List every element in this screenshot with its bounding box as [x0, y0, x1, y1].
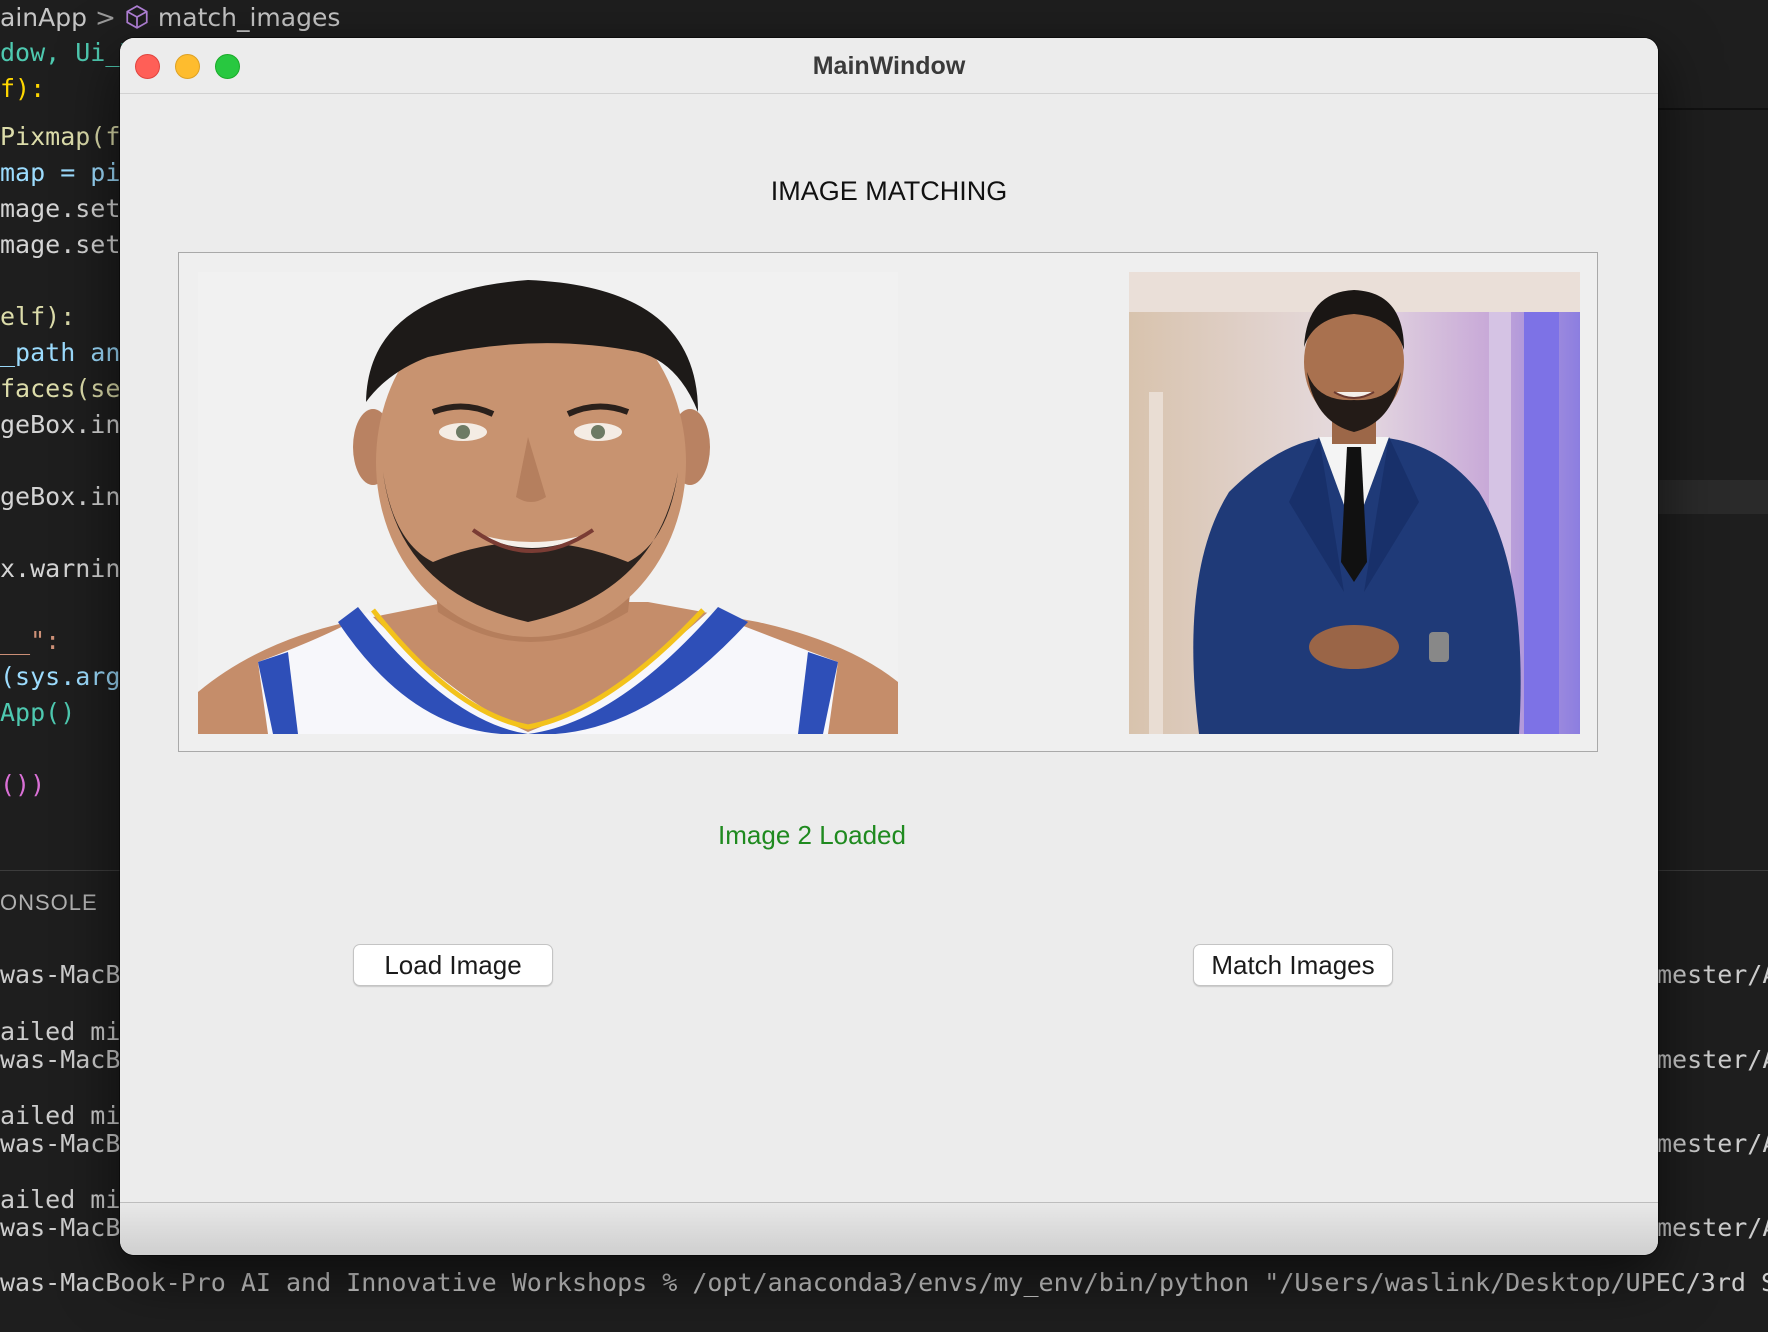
code-line: __":	[0, 626, 61, 655]
terminal-line: was-MacBo	[0, 1045, 136, 1074]
code-line: elf):	[0, 302, 76, 331]
terminal-line-right: mester/A	[1657, 1045, 1768, 1074]
panel-tab-console[interactable]: ONSOLE	[0, 890, 98, 916]
editor-divider	[1655, 108, 1768, 110]
status-label: Image 2 Loaded	[718, 820, 906, 850]
code-line: mage.setP	[0, 194, 136, 223]
editor-current-line-highlight	[1655, 480, 1768, 514]
terminal-line-right: mester/A	[1657, 1213, 1768, 1242]
terminal-command-line: was-MacBook-Pro AI and Innovative Worksh…	[0, 1268, 1768, 1297]
breadcrumb-current[interactable]: match_images	[158, 3, 340, 32]
terminal-line: was-MacBo	[0, 1213, 136, 1242]
terminal-line-right: mester/A	[1657, 1129, 1768, 1158]
code-line: geBox.inf	[0, 482, 136, 511]
window-status-bar	[120, 1202, 1658, 1255]
match-images-button[interactable]: Match Images	[1193, 944, 1393, 986]
code-line: faces(sel	[0, 374, 136, 403]
image-1-preview	[198, 272, 898, 734]
cube-icon	[126, 5, 148, 29]
breadcrumb: ainApp > match_images	[0, 0, 1768, 34]
code-line: mage.setS	[0, 230, 136, 259]
code-line: geBox.inf	[0, 410, 136, 439]
code-line: x.warning	[0, 554, 136, 583]
image-2-preview	[1129, 272, 1580, 734]
image-display-frame	[178, 252, 1598, 752]
window-titlebar[interactable]: MainWindow	[120, 38, 1658, 94]
breadcrumb-parent[interactable]: ainApp	[0, 3, 87, 32]
terminal-line-right: mester/A	[1657, 960, 1768, 989]
breadcrumb-separator: >	[94, 2, 116, 32]
terminal-line: was-MacBo	[0, 1129, 136, 1158]
code-line: Pixmap(fi	[0, 122, 136, 151]
code-line: ())	[0, 770, 46, 799]
code-line: map = pix	[0, 158, 136, 187]
load-image-button[interactable]: Load Image	[353, 944, 553, 986]
window-title: MainWindow	[812, 52, 966, 80]
terminal-line: was-MacBo	[0, 960, 136, 989]
main-window: MainWindow IMAGE MATCHING Image 2 Loaded…	[120, 38, 1658, 1255]
code-line: _path and	[0, 338, 136, 367]
code-line: f):	[0, 74, 46, 103]
code-line: dow, Ui_M	[0, 38, 136, 67]
code-line: (sys.argv	[0, 662, 136, 691]
code-line: App()	[0, 698, 76, 727]
page-title: IMAGE MATCHING	[770, 176, 1008, 206]
